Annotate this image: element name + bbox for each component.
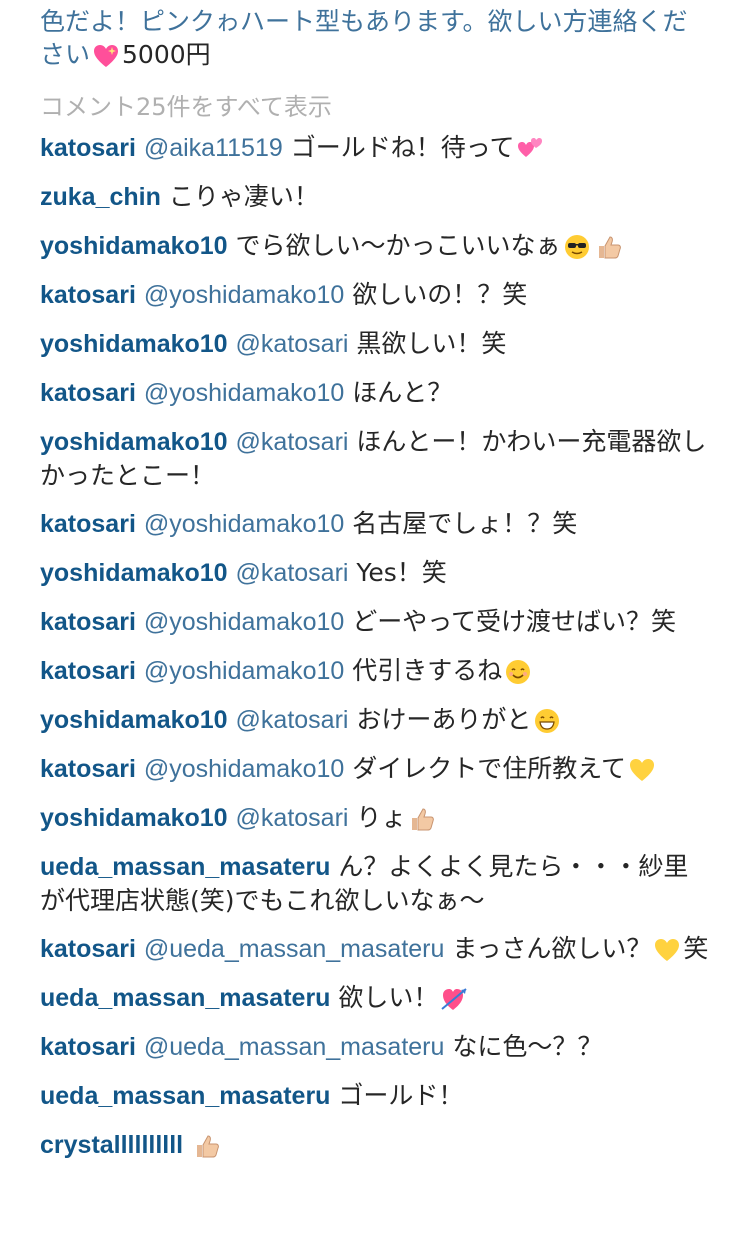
heart-arrow-icon <box>440 985 468 1013</box>
comment-username[interactable]: yoshidamako10 <box>40 706 228 734</box>
comment-username[interactable]: yoshidamako10 <box>40 232 228 260</box>
comment-item: katosari @aika11519 ゴールドね！待って <box>40 131 710 165</box>
comment-username[interactable]: katosari <box>40 755 136 783</box>
comment-text: ゴールド！ <box>338 1081 464 1110</box>
view-all-comments-link[interactable]: コメント25件をすべて表示 <box>40 91 710 123</box>
thumbs-up-icon <box>408 805 436 833</box>
comment-username[interactable]: ueda_massan_masateru <box>40 1082 330 1110</box>
comment-mention[interactable]: @yoshidamako10 <box>144 608 345 636</box>
comment-item: yoshidamako10 @katosari 黒欲しい！笑 <box>40 327 710 361</box>
comment-text-suffix: 笑 <box>683 934 709 963</box>
thumbs-up-icon <box>595 233 623 261</box>
comment-mention[interactable]: @yoshidamako10 <box>144 510 345 538</box>
comment-mention[interactable]: @katosari <box>236 559 349 587</box>
comment-item: zuka_chin こりゃ凄い！ <box>40 180 710 214</box>
comment-username[interactable]: katosari <box>40 608 136 636</box>
comment-username[interactable]: yoshidamako10 <box>40 428 228 456</box>
comment-item: yoshidamako10 @katosari りょ <box>40 801 710 835</box>
comment-text: りょ <box>356 803 407 832</box>
comment-text: ゴールドね！待って <box>290 133 515 162</box>
comment-text: Yes！笑 <box>356 558 447 587</box>
comment-item: katosari @yoshidamako10 欲しいの！？笑 <box>40 278 710 312</box>
comment-text: でら欲しい〜かっこいいなぁ <box>235 231 561 260</box>
grin-icon <box>533 707 561 735</box>
sparkling-heart-icon <box>92 42 120 70</box>
comment-username[interactable]: katosari <box>40 657 136 685</box>
comment-item: katosari @yoshidamako10 ほんと？ <box>40 376 710 410</box>
comment-mention[interactable]: @ueda_massan_masateru <box>144 1033 445 1061</box>
comment-item: katosari @yoshidamako10 名古屋でしょ！？笑 <box>40 507 710 541</box>
comment-text: 欲しい！ <box>338 983 439 1012</box>
comment-item: katosari @yoshidamako10 ダイレクトで住所教えて <box>40 752 710 786</box>
comment-item: katosari @yoshidamako10 代引きするね <box>40 654 710 688</box>
comment-username[interactable]: yoshidamako10 <box>40 804 228 832</box>
comment-item: katosari @ueda_massan_masateru まっさん欲しい？ 笑 <box>40 932 710 966</box>
two-hearts-icon <box>516 135 544 163</box>
comment-text: こりゃ凄い！ <box>168 182 319 211</box>
caption-price: 5000円 <box>122 40 211 69</box>
comment-username[interactable]: katosari <box>40 281 136 309</box>
comment-item: katosari @ueda_massan_masateru なに色〜？？ <box>40 1030 710 1064</box>
comment-item: yoshidamako10 @katosari ほんとー！かわいー充電器欲しかっ… <box>40 425 710 492</box>
comment-item: ueda_massan_masateru ゴールド！ <box>40 1079 710 1113</box>
comment-mention[interactable]: @katosari <box>236 428 349 456</box>
comment-username[interactable]: yoshidamako10 <box>40 330 228 358</box>
post-caption: 色だよ！ピンクゎハート型もあります。欲しい方連絡ください 5000円 <box>40 0 710 71</box>
comment-text: 代引きするね <box>352 656 503 685</box>
comment-mention[interactable]: @katosari <box>236 706 349 734</box>
comment-username[interactable]: katosari <box>40 1033 136 1061</box>
comment-mention[interactable]: @yoshidamako10 <box>144 755 345 783</box>
comment-mention[interactable]: @katosari <box>236 330 349 358</box>
comment-mention[interactable]: @yoshidamako10 <box>144 281 345 309</box>
comment-mention[interactable]: @yoshidamako10 <box>144 379 345 407</box>
comment-text: まっさん欲しい？ <box>452 934 652 963</box>
smile-icon <box>504 658 532 686</box>
comments-feed: 色だよ！ピンクゎハート型もあります。欲しい方連絡ください 5000円 コメント25… <box>0 0 750 1243</box>
comment-item: yoshidamako10 でら欲しい〜かっこいいなぁ <box>40 229 710 263</box>
comment-item: crystallllllllll <box>40 1128 710 1162</box>
comment-mention[interactable]: @aika11519 <box>144 134 283 162</box>
comment-username[interactable]: crystallllllllll <box>40 1131 183 1159</box>
comment-mention[interactable]: @katosari <box>236 804 349 832</box>
comment-text: どーやって受け渡せばい？笑 <box>352 607 677 636</box>
comment-text: おけーありがと <box>356 705 532 734</box>
comment-text: 名古屋でしょ！？笑 <box>352 509 578 538</box>
comment-username[interactable]: ueda_massan_masateru <box>40 853 330 881</box>
comment-username[interactable]: zuka_chin <box>40 183 161 211</box>
comment-text: なに色〜？？ <box>452 1032 603 1061</box>
comment-item: yoshidamako10 @katosari Yes！笑 <box>40 556 710 590</box>
yellow-heart-icon <box>628 756 656 784</box>
comment-text: ダイレクトで住所教えて <box>352 754 627 783</box>
comment-item: katosari @yoshidamako10 どーやって受け渡せばい？笑 <box>40 605 710 639</box>
comment-username[interactable]: katosari <box>40 510 136 538</box>
comment-text: 欲しいの！？笑 <box>352 280 528 309</box>
thumbs-up-icon <box>193 1132 221 1160</box>
comment-username[interactable]: katosari <box>40 935 136 963</box>
comment-text: ほんと？ <box>352 378 453 407</box>
comment-username[interactable]: katosari <box>40 379 136 407</box>
comment-text: 黒欲しい！笑 <box>356 329 507 358</box>
comment-mention[interactable]: @ueda_massan_masateru <box>144 935 445 963</box>
comment-item: ueda_massan_masateru ん？よくよく見たら・・・紗里が代理店状… <box>40 850 710 917</box>
comment-username[interactable]: yoshidamako10 <box>40 559 228 587</box>
comment-item: ueda_massan_masateru 欲しい！ <box>40 981 710 1015</box>
comment-username[interactable]: ueda_massan_masateru <box>40 984 330 1012</box>
yellow-heart-icon <box>653 936 681 964</box>
comment-item: yoshidamako10 @katosari おけーありがと <box>40 703 710 737</box>
comment-mention[interactable]: @yoshidamako10 <box>144 657 345 685</box>
comment-username[interactable]: katosari <box>40 134 136 162</box>
sunglasses-icon <box>563 233 591 261</box>
